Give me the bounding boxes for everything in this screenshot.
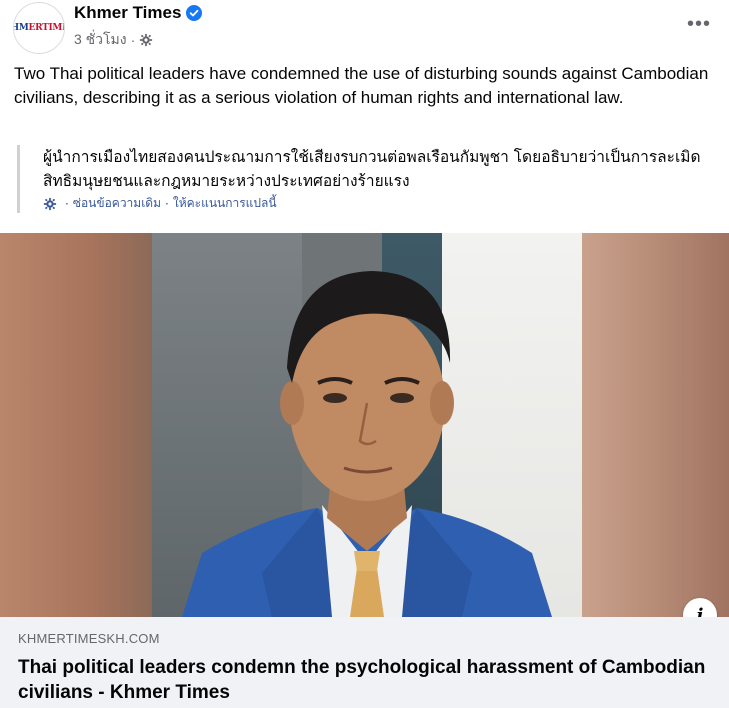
link-domain: KHMERTIMESKH.COM [18,631,160,646]
more-horizontal-icon: ••• [686,13,711,35]
avatar-logo-part-a: KHM [14,23,29,33]
translation-text: ผู้นำการเมืองไทยสองคนประณามการใช้เสียงรบ… [43,148,701,190]
translation-links: · ซ่อนข้อความเดิม · ให้คะแนนการแปลนี้ [43,194,717,213]
translation-block: ผู้นำการเมืองไทยสองคนประณามการใช้เสียงรบ… [17,145,717,213]
link-separator: · [65,196,69,211]
verified-badge-icon [186,5,203,21]
page-avatar[interactable]: KHMERTIMES [13,2,65,54]
rate-translation-link[interactable]: ให้คะแนนการแปลนี้ [173,194,277,213]
author-row: Khmer Times [74,3,203,23]
image-blur-right [581,233,729,617]
link-title[interactable]: Thai political leaders condemn the psych… [18,655,718,705]
more-options-button[interactable]: ••• [681,6,717,42]
portrait-photo [152,233,582,617]
info-icon: i [696,604,704,618]
post-text: Two Thai political leaders have condemne… [14,64,709,107]
author-name[interactable]: Khmer Times [74,3,181,23]
gear-icon[interactable] [139,33,153,47]
post-header: KHMERTIMES Khmer Times 3 ชั่วโมง · [0,0,729,58]
avatar-logo-part-b: ERTIMES [28,23,64,33]
link-separator: · [165,196,169,211]
meta-separator: · [130,32,136,48]
gear-icon [43,197,57,210]
avatar-logo: KHMERTIMES [14,23,64,33]
post-image[interactable]: i [0,233,729,617]
post-timestamp[interactable]: 3 ชั่วโมง [74,29,127,51]
image-blur-left [0,233,152,617]
link-preview-card[interactable]: KHMERTIMESKH.COM Thai political leaders … [0,617,729,708]
hide-original-link[interactable]: ซ่อนข้อความเดิม [73,194,161,213]
post-meta: 3 ชั่วโมง · [74,29,153,51]
portrait-figure [182,271,552,617]
